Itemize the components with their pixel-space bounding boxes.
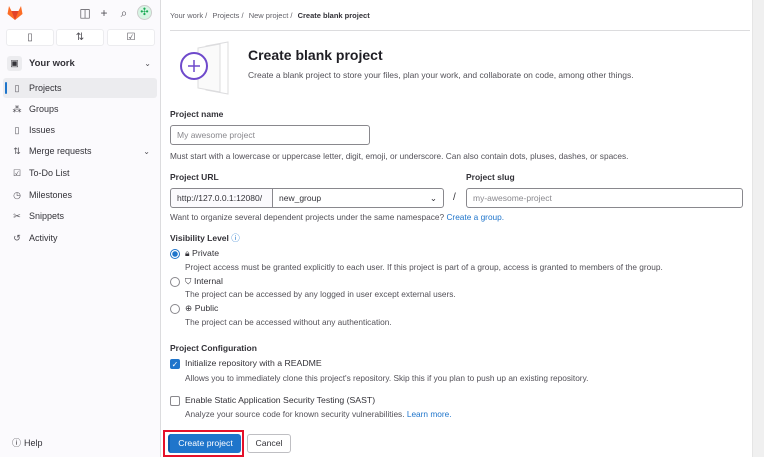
project-slug-input[interactable]: my-awesome-project [466,188,743,208]
avatar[interactable]: ✣ [137,5,152,20]
sast-desc: Analyze your source code for known secur… [185,409,405,419]
plus-icon[interactable]: + [97,6,111,20]
merge-request-icon: ⇅ [13,145,21,156]
internal-label: Internal [193,276,223,286]
label: Activity [29,233,58,243]
todo-icon: ☑ [12,167,22,178]
public-desc: The project can be accessed without any … [185,317,392,327]
internal-desc: The project can be accessed by any logge… [185,289,456,299]
sidebar-item-merge-requests[interactable]: ⇅ Merge requests ⌄ [3,141,157,161]
lock-icon: 🔒︎ [185,248,190,258]
label: Projects [29,83,62,93]
project-slug-label: Project slug [466,172,515,182]
help-label: Help [24,437,43,448]
radio-internal[interactable] [170,277,180,287]
divider [170,30,750,31]
label: Issues [29,125,56,135]
group-help: Want to organize several dependent proje… [170,212,445,222]
sidebar-toggle-icon[interactable]: ◫ [78,6,92,20]
learn-more-link[interactable]: Learn more. [407,409,452,419]
project-url-label: Project URL [170,172,219,182]
page-title: Create blank project [248,47,383,63]
chevron-down-icon: ⌄ [143,146,150,156]
group-icon: ⁂ [12,103,22,114]
sidebar-item-groups[interactable]: ⁂ Groups [3,99,157,119]
namespace-value: new_group [279,193,322,203]
breadcrumb: Your work / Projects / New project / Cre… [170,11,370,20]
section-title: Your work [29,57,75,69]
namespace-select[interactable]: new_group ⌄ [272,188,444,208]
search-icon[interactable]: ⌕ [117,6,131,20]
create-project-button[interactable]: Create project [168,434,241,453]
radio-private[interactable] [170,249,180,259]
question-icon[interactable]: ⓘ [231,233,240,243]
project-name-help: Must start with a lowercase or uppercase… [170,151,629,161]
snippet-icon: ✂ [13,210,21,221]
url-separator: / [453,192,456,203]
breadcrumb-projects[interactable]: Projects [212,11,239,20]
help-icon: ⓘ [12,438,22,448]
page-description: Create a blank project to store your fil… [248,70,634,80]
create-group-link[interactable]: Create a group. [446,212,504,222]
issues-tab-button[interactable]: ▯ [6,29,54,46]
globe-icon: ⊕ [185,303,193,313]
config-label: Project Configuration [170,343,257,353]
history-icon: ↺ [13,232,21,243]
todos-tab-button[interactable]: ☑ [107,29,155,46]
blank-project-illustration-icon [180,41,229,95]
breadcrumb-new-project[interactable]: New project [249,11,289,20]
sidebar-item-snippets[interactable]: ✂ Snippets [3,206,157,226]
private-desc: Project access must be granted explicitl… [185,262,663,272]
shield-icon: ⛉ [185,276,192,286]
sidebar-item-milestones[interactable]: ◷ Milestones [3,185,157,205]
merge-requests-tab-button[interactable]: ⇅ [56,29,104,46]
sast-checkbox[interactable] [170,396,180,406]
project-name-input[interactable]: My awesome project [170,125,370,145]
milestone-icon: ◷ [13,189,21,200]
issues-icon: ▯ [14,124,20,135]
visibility-label: Visibility Level [170,233,229,243]
project-name-label: Project name [170,109,224,119]
label: Snippets [29,211,65,221]
scrollbar[interactable] [752,0,764,457]
label: To-Do List [29,168,70,178]
gitlab-logo-icon[interactable] [7,5,23,20]
sidebar-item-activity[interactable]: ↺ Activity [3,228,157,248]
project-icon: ▯ [14,82,20,93]
label: Groups [29,104,59,114]
briefcase-icon: ▣ [7,55,22,71]
sidebar: ◫ + ⌕ ✣ ▯ ⇅ ☑ ▣ Your work ⌄ ▯ Projects ⁂ G… [0,0,161,457]
chevron-down-icon: ⌄ [429,193,437,203]
sast-label: Enable Static Application Security Testi… [185,395,376,405]
label: Merge requests [29,146,92,156]
radio-public[interactable] [170,304,180,314]
readme-desc: Allows you to immediately clone this pro… [185,373,589,383]
chevron-down-icon: ⌄ [144,58,151,68]
url-prefix: http://127.0.0.1:12080/ [170,188,273,208]
sidebar-item-issues[interactable]: ▯ Issues [3,120,157,140]
readme-label: Initialize repository with a README [185,358,322,368]
label: Milestones [29,190,73,200]
cancel-button[interactable]: Cancel [247,434,291,453]
breadcrumb-your-work[interactable]: Your work [170,11,203,20]
sidebar-item-projects[interactable]: ▯ Projects [3,78,157,98]
sidebar-item-todo[interactable]: ☑ To-Do List [3,163,157,183]
your-work-section[interactable]: ▣ Your work ⌄ [3,52,158,74]
readme-checkbox[interactable]: ✓ [170,359,180,369]
breadcrumb-current: Create blank project [297,11,370,20]
public-label: Public [194,303,219,313]
help-button[interactable]: ⓘ Help [12,436,43,449]
private-label: Private [192,248,220,258]
